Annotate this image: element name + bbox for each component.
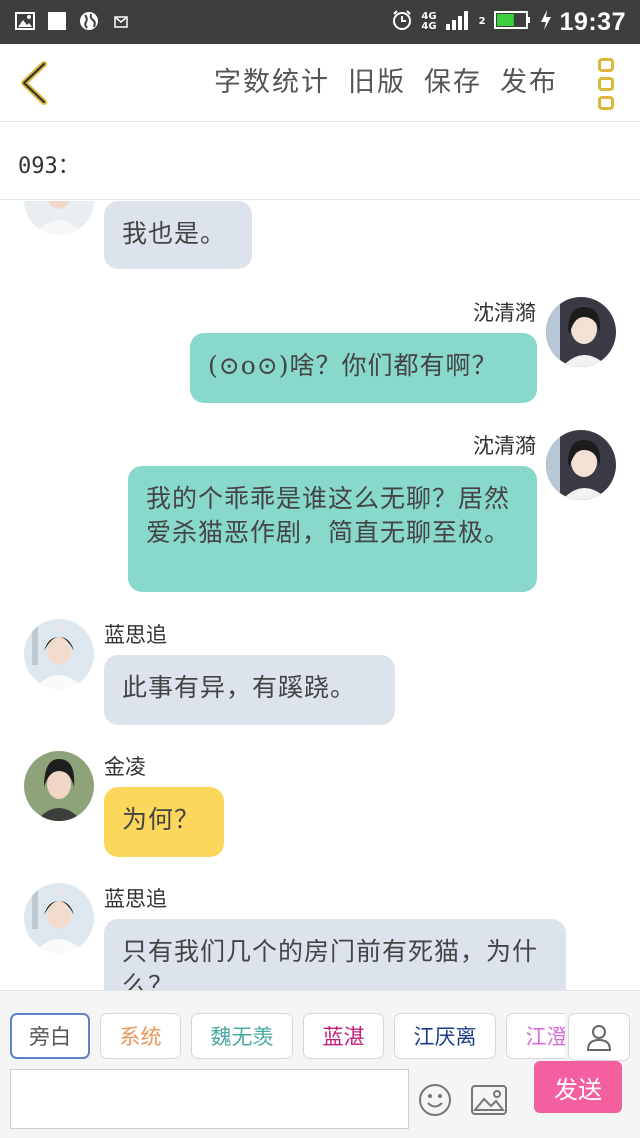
role-chip[interactable]: 系统	[100, 1013, 181, 1059]
message-item: 金凌 为何？	[0, 751, 640, 861]
alarm-icon	[391, 9, 413, 35]
back-chevron-icon[interactable]	[14, 58, 54, 108]
gallery-icon	[14, 10, 36, 32]
status-notifications	[14, 10, 132, 32]
save-button[interactable]: 保存	[424, 60, 482, 99]
network-label: 4G 4G	[421, 11, 437, 32]
avatar[interactable]	[546, 297, 616, 367]
role-chip[interactable]: 江厌离	[394, 1013, 496, 1059]
status-indicators: 4G 4G 2 19:37	[391, 6, 626, 38]
square-icon	[46, 10, 68, 32]
message-bubble[interactable]: 我也是。	[104, 201, 252, 269]
message-item: 沈清漪 (⊙o⊙)啥？你们都有啊？	[0, 297, 640, 417]
image-icon[interactable]	[470, 1083, 508, 1117]
signal-icon	[445, 9, 471, 35]
send-button[interactable]: 发送	[534, 1061, 622, 1113]
person-icon[interactable]	[568, 1013, 630, 1061]
editor-header: 字数统计 旧版 保存 发布	[0, 44, 640, 122]
message-item: 我也是。	[0, 201, 640, 281]
avatar[interactable]	[546, 430, 616, 500]
role-label: 蓝湛	[322, 1025, 365, 1049]
sender-name: 金凌	[104, 755, 146, 779]
composer-toolbar: 旁白 系统 魏无羡 蓝湛 江厌离 江澄 发送	[0, 990, 640, 1138]
message-input[interactable]	[10, 1069, 409, 1129]
header-actions: 字数统计 旧版 保存 发布	[214, 60, 558, 99]
status-bar: 4G 4G 2 19:37	[0, 0, 640, 44]
sender-name: 沈清漪	[473, 434, 536, 458]
role-chip[interactable]: 旁白	[10, 1013, 90, 1059]
message-bubble[interactable]: 只有我们几个的房门前有死猫，为什么？	[104, 919, 566, 990]
message-bubble[interactable]: 我的个乖乖是谁这么无聊？居然爱杀猫恶作剧，简直无聊至极。	[128, 466, 537, 592]
role-label: 旁白	[29, 1025, 71, 1049]
sender-name: 蓝思追	[104, 623, 167, 647]
chapter-title-bar[interactable]: 093：	[0, 122, 640, 200]
role-chip[interactable]: 魏无羡	[191, 1013, 293, 1059]
sender-name: 沈清漪	[473, 301, 536, 325]
role-chip[interactable]: 蓝湛	[303, 1013, 384, 1059]
avatar[interactable]	[24, 751, 94, 821]
sender-name: 蓝思追	[104, 887, 167, 911]
signal-sub: 2	[478, 16, 486, 27]
role-label: 魏无羡	[210, 1025, 274, 1049]
message-bubble[interactable]: 为何？	[104, 787, 224, 857]
chat-area[interactable]: 我也是。 沈清漪 (⊙o⊙)啥？你们都有啊？ 沈清漪 我的个乖乖是谁这么无聊？居…	[0, 201, 640, 990]
role-label: 江澄	[525, 1025, 566, 1049]
avatar[interactable]	[24, 201, 94, 235]
clock: 19:37	[559, 7, 626, 36]
role-chip[interactable]: 江澄	[506, 1013, 565, 1059]
message-item: 蓝思追 只有我们几个的房门前有死猫，为什么？	[0, 883, 640, 990]
role-label: 江厌离	[413, 1025, 477, 1049]
battery-icon	[493, 10, 532, 34]
smiley-icon[interactable]	[418, 1083, 452, 1117]
chapter-title: 093：	[18, 154, 80, 179]
avatar[interactable]	[24, 883, 94, 953]
publish-button[interactable]: 发布	[500, 60, 558, 99]
charging-icon	[540, 9, 552, 35]
word-count-button[interactable]: 字数统计	[214, 60, 330, 99]
old-version-button[interactable]: 旧版	[348, 60, 406, 99]
role-selector[interactable]: 旁白 系统 魏无羡 蓝湛 江厌离 江澄	[10, 1013, 565, 1061]
menu-dots-icon[interactable]	[598, 58, 618, 110]
mail-icon	[110, 10, 132, 32]
message-item: 沈清漪 我的个乖乖是谁这么无聊？居然爱杀猫恶作剧，简直无聊至极。	[0, 430, 640, 600]
avatar[interactable]	[24, 619, 94, 689]
message-item: 蓝思追 此事有异，有蹊跷。	[0, 619, 640, 729]
message-bubble[interactable]: 此事有异，有蹊跷。	[104, 655, 395, 725]
message-bubble[interactable]: (⊙o⊙)啥？你们都有啊？	[190, 333, 537, 403]
role-label: 系统	[119, 1025, 162, 1049]
globe-icon	[78, 10, 100, 32]
